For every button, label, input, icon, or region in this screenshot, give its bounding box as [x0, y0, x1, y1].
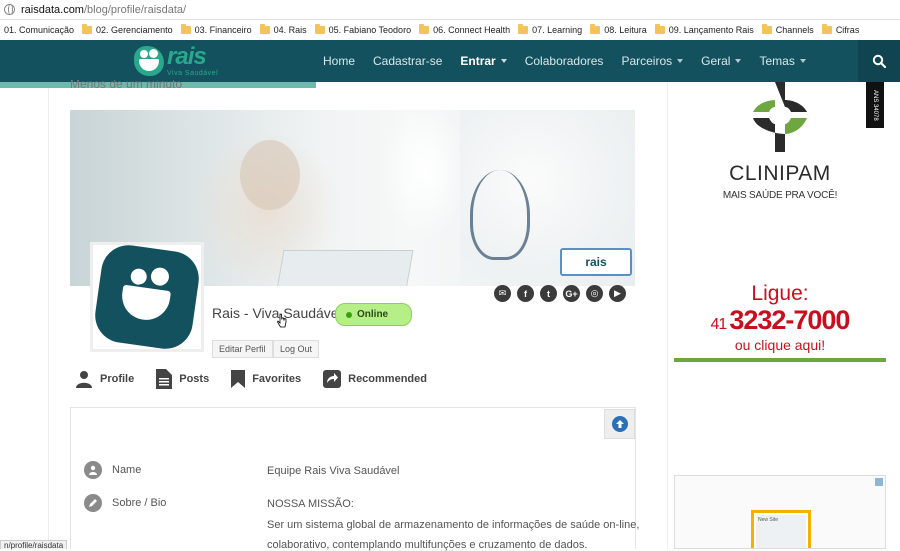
ad-ligue: Ligue:	[751, 282, 809, 305]
logo-subtitle: Viva Saudável	[167, 70, 219, 77]
nav-item-cadastrar-se[interactable]: Cadastrar-se	[364, 40, 451, 82]
search-button[interactable]	[858, 40, 900, 82]
family-heart-icon	[91, 241, 203, 353]
nav-item-colaboradores[interactable]: Colaboradores	[516, 40, 613, 82]
search-icon	[872, 54, 886, 68]
folder-icon	[180, 24, 191, 34]
address-bar[interactable]: raisdata.com/blog/profile/raisdata/	[0, 0, 900, 20]
bookmark-item[interactable]: 08. Leitura	[586, 20, 651, 40]
scroll-up-button[interactable]	[604, 409, 635, 439]
pencil-icon	[84, 494, 102, 512]
bookmark-item[interactable]: 01. Comunicação	[0, 20, 78, 40]
bookmarks-bar: 01. Comunicação 02. Gerenciamento 03. Fina…	[0, 20, 900, 40]
online-status-badge: Online	[335, 303, 412, 326]
field-bio-label: Sobre / Bio	[84, 494, 166, 512]
reading-time: Menos de um minuto	[70, 80, 183, 91]
email-icon[interactable]: ✉	[494, 285, 511, 302]
url-path: /blog/profile/raisdata/	[83, 3, 187, 16]
logo-word: rais	[167, 43, 207, 70]
laptop-mockup: New Site	[751, 510, 811, 548]
tab-recommended[interactable]: Recommended	[323, 368, 427, 390]
profile-avatar[interactable]	[90, 241, 204, 353]
cover-badge: rais	[560, 248, 632, 276]
adchoices-icon[interactable]	[875, 478, 883, 486]
site-navbar: rais Viva Saudável Home Cadastrar-se Entra…	[0, 40, 900, 82]
bookmark-item[interactable]: 07. Learning	[514, 20, 586, 40]
bookmark-item[interactable]: 09. Lançamento Rais	[651, 20, 758, 40]
bookmark-icon	[231, 370, 246, 388]
mouse-cursor-icon	[277, 313, 287, 328]
youtube-icon[interactable]: ▶	[609, 285, 626, 302]
ans-label: ANS 34078	[866, 82, 884, 128]
url-host: raisdata.com	[21, 3, 84, 16]
chevron-down-icon	[735, 59, 742, 63]
nav-item-geral[interactable]: Geral	[692, 40, 750, 82]
folder-icon	[590, 24, 601, 34]
nav-item-entrar[interactable]: Entrar	[451, 40, 515, 82]
folder-icon	[821, 24, 832, 34]
folder-icon	[654, 24, 665, 34]
tab-posts[interactable]: Posts	[156, 368, 209, 390]
folder-icon	[259, 24, 270, 34]
status-bar-url: n/profile/raisdata	[0, 540, 68, 550]
field-name-value: Equipe Rais Viva Saudável	[267, 465, 400, 477]
nav-item-parceiros[interactable]: Parceiros	[612, 40, 692, 82]
bookmark-item[interactable]: 03. Financeiro	[177, 20, 256, 40]
chevron-down-icon	[799, 59, 806, 63]
chevron-down-icon	[500, 59, 507, 63]
field-bio-line3: colaborativo, contemplando multifunções …	[267, 539, 588, 551]
folder-icon	[82, 24, 93, 34]
nav-item-home[interactable]: Home	[314, 40, 364, 82]
user-icon	[75, 370, 93, 388]
clinipam-cross-icon	[753, 82, 807, 152]
facebook-icon[interactable]: f	[517, 285, 534, 302]
social-links: ✉ f t G+ ◎ ▶	[494, 285, 626, 302]
ad-brand: CLINIPAM	[729, 162, 831, 185]
status-dot-icon	[346, 311, 352, 318]
chevron-down-icon	[677, 59, 684, 63]
ad-clique: ou clique aqui!	[734, 337, 826, 353]
document-icon	[156, 369, 173, 389]
folder-icon	[518, 24, 529, 34]
arrow-up-icon	[611, 416, 628, 432]
globe-icon	[4, 4, 15, 15]
instagram-icon[interactable]: ◎	[586, 285, 603, 302]
bookmark-item[interactable]: 04. Rais	[256, 20, 311, 40]
main-nav: Home Cadastrar-se Entrar Colaboradores Parce…	[314, 40, 815, 82]
google-plus-icon[interactable]: G+	[563, 285, 580, 302]
bookmark-item[interactable]: Cifras	[818, 20, 864, 40]
tab-favorites[interactable]: Favorites	[231, 368, 301, 390]
ad-phone: 41 3232-7000	[710, 305, 851, 335]
bookmark-item[interactable]: 05. Fabiano Teodoro	[311, 20, 415, 40]
bookmark-item[interactable]: Channels	[758, 20, 818, 40]
folder-icon	[761, 24, 772, 34]
clinipam-ad[interactable]: ANS 34078 CLINIPAM MAIS SAÚDE PRA VOCÊ! …	[674, 82, 886, 362]
field-name-label: Name	[84, 461, 141, 479]
ad-tagline: MAIS SAÚDE PRA VOCÊ!	[722, 190, 838, 201]
nav-item-temas[interactable]: Temas	[750, 40, 814, 82]
sidebar-ad-2[interactable]: New Site	[674, 475, 886, 549]
field-bio-line2: Ser um sistema global de armazenamento d…	[267, 519, 640, 531]
twitter-icon[interactable]: t	[540, 285, 557, 302]
tab-profile[interactable]: Profile	[75, 368, 134, 390]
field-bio-line1: NOSSA MISSÃO:	[267, 498, 354, 510]
user-icon	[84, 461, 102, 479]
edit-profile-button[interactable]: Editar Perfil	[212, 340, 273, 358]
folder-icon	[419, 24, 430, 34]
family-heart-icon	[134, 46, 164, 76]
share-icon	[323, 370, 342, 388]
bookmark-item[interactable]: 06. Connect Health	[415, 20, 514, 40]
logout-button[interactable]: Log Out	[273, 340, 320, 358]
stethoscope-icon	[470, 170, 530, 260]
folder-icon	[314, 24, 325, 34]
bookmark-item[interactable]: 02. Gerenciamento	[78, 20, 177, 40]
site-logo[interactable]: rais Viva Saudável	[134, 44, 230, 78]
profile-tabs: Profile Posts Favorites Recommended	[75, 368, 449, 390]
